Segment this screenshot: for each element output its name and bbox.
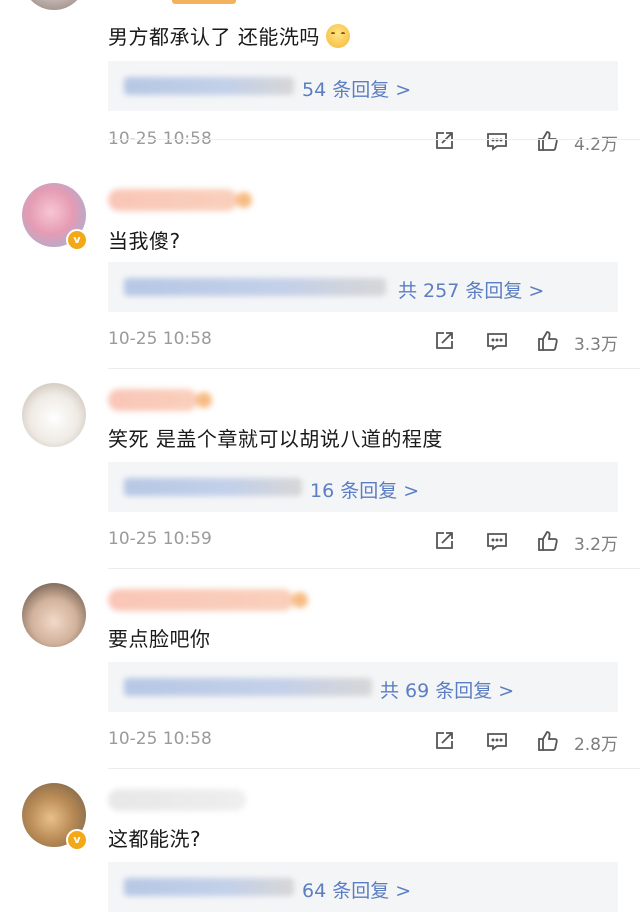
reply-summary[interactable]: 54 条回复 > — [108, 61, 618, 111]
reply-count-link[interactable]: 16 条回复 > — [310, 476, 419, 503]
comment-text: 当我傻? — [108, 229, 181, 253]
avatar[interactable] — [22, 583, 86, 647]
reply-summary[interactable]: 共 257 条回复 > — [108, 262, 618, 312]
reply-count-link[interactable]: 54 条回复 > — [302, 75, 411, 102]
share-icon[interactable] — [432, 729, 456, 753]
comment-text: 男方都承认了 还能洗吗 — [108, 21, 350, 50]
comment-meta: 10-25 10:58 4.2万 — [108, 129, 618, 155]
like-count: 3.3万 — [573, 335, 618, 355]
comment-icon[interactable] — [485, 329, 509, 353]
comment-icon[interactable] — [485, 729, 509, 753]
comment-item: 要点脸吧你 共 69 条回复 > 10-25 10:58 2.8万 — [0, 569, 640, 769]
replier-names-blurred — [124, 77, 294, 95]
reply-summary[interactable]: 16 条回复 > — [108, 462, 618, 512]
reply-count-link[interactable]: 64 条回复 > — [302, 876, 411, 903]
username-blurred[interactable] — [108, 589, 308, 611]
avatar[interactable] — [22, 383, 86, 447]
comment-item: v 当我傻? 共 257 条回复 > 10-25 10:58 3.3万 — [0, 169, 640, 369]
level-badge-icon — [236, 192, 252, 208]
verified-badge-icon: v — [66, 829, 88, 851]
comment-meta: 10-25 10:58 2.8万 — [108, 729, 618, 755]
level-badge-icon — [196, 392, 212, 408]
share-icon[interactable] — [432, 529, 456, 553]
replier-names-blurred — [124, 878, 294, 896]
comment-text: 这都能洗? — [108, 827, 202, 851]
share-icon[interactable] — [432, 329, 456, 353]
comment-icon[interactable] — [485, 129, 509, 153]
reply-count-link[interactable]: 共 69 条回复 > — [380, 676, 514, 703]
comment-text: 笑死 是盖个章就可以胡说八道的程度 — [108, 427, 443, 451]
timestamp: 10-25 10:58 — [108, 729, 212, 749]
replier-names-blurred — [124, 278, 386, 296]
like-icon[interactable] — [536, 129, 560, 153]
replier-names-blurred — [124, 478, 302, 496]
smile-emoji-icon — [325, 24, 350, 48]
divider — [108, 139, 640, 140]
replier-names-blurred — [124, 678, 372, 696]
like-count: 4.2万 — [573, 135, 618, 155]
comment-item: 笑死 是盖个章就可以胡说八道的程度 16 条回复 > 10-25 10:59 3… — [0, 369, 640, 569]
like-count: 3.2万 — [573, 535, 618, 555]
username-blurred[interactable] — [108, 189, 252, 211]
like-icon[interactable] — [536, 529, 560, 553]
avatar[interactable] — [22, 0, 86, 10]
comment-icon[interactable] — [485, 529, 509, 553]
like-icon[interactable] — [536, 729, 560, 753]
share-icon[interactable] — [432, 129, 456, 153]
level-badge-icon — [292, 592, 308, 608]
reply-summary[interactable]: 共 69 条回复 > — [108, 662, 618, 712]
timestamp: 10-25 10:59 — [108, 529, 212, 549]
username-blurred[interactable] — [108, 789, 246, 811]
username-blurred[interactable] — [108, 389, 212, 411]
reply-summary[interactable]: 64 条回复 > — [108, 862, 618, 912]
like-icon[interactable] — [536, 329, 560, 353]
verified-badge-icon: v — [66, 229, 88, 251]
comment-meta: 10-25 10:58 3.3万 — [108, 329, 618, 355]
like-count: 2.8万 — [573, 735, 618, 755]
comment-item: v 这都能洗? 64 条回复 > — [0, 769, 640, 914]
comment-meta: 10-25 10:59 3.2万 — [108, 529, 618, 555]
timestamp: 10-25 10:58 — [108, 329, 212, 349]
comment-text: 要点脸吧你 — [108, 627, 211, 651]
comment-item: 男方都承认了 还能洗吗 54 条回复 > 10-25 10:58 4.2万 — [0, 0, 640, 155]
reply-count-link[interactable]: 共 257 条回复 > — [398, 276, 544, 303]
